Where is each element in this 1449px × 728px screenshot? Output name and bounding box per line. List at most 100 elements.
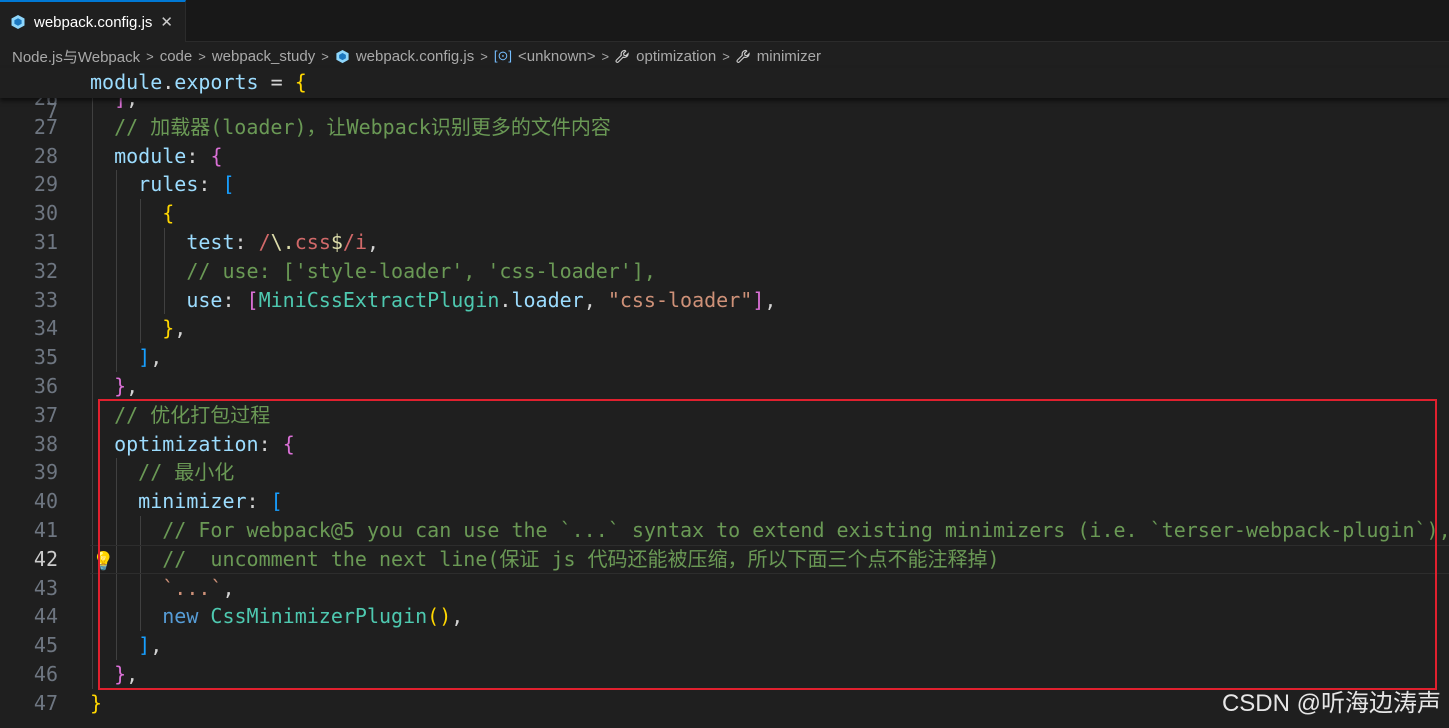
breadcrumb-item-folder[interactable]: Node.js与Webpack [12,46,140,67]
line-number: 46 [33,662,58,686]
tab-webpack-config[interactable]: webpack.config.js ✕ [0,0,186,42]
breadcrumb-item-minimizer[interactable]: minimizer [736,48,821,65]
code-token: = [258,70,295,94]
code-text: // 优化打包过程 [90,401,270,430]
code-token: // use: ['style-loader', 'css-loader'], [186,258,656,283]
wrench-icon [615,49,630,64]
wrench-icon [736,49,751,64]
code-line: 45 ], [0,631,1449,660]
code-token: [ [222,172,235,197]
code-token: : [198,172,223,197]
code-token: , [150,345,163,370]
code-line: 38 optimization: { [0,429,1449,459]
breadcrumb-label: webpack_study [211,47,316,65]
code-text: }, [90,660,138,689]
code-token: MiniCssExtractPlugin [258,287,500,312]
tab-bar: webpack.config.js ✕ [0,0,1449,42]
code-line: 43 `...`, [0,573,1449,603]
chevron-right-icon: > [480,48,488,64]
code-line: 36 }, [0,372,1449,401]
sticky-line: 7 module.exports = { [0,68,1449,123]
code-text: module: { [90,142,222,171]
sticky-scroll-header[interactable]: 7 module.exports = { [0,68,1449,123]
code-text: ], [90,631,162,660]
code-token: { [282,431,295,456]
breadcrumb-item-webpack-study[interactable]: webpack_study [212,48,315,65]
code-token: , [126,374,139,398]
code-line: 27 // 加载器(loader)，让Webpack识别更多的文件内容 [0,112,1449,142]
line-number: 42 [33,546,58,571]
code-token: , [764,287,777,312]
breadcrumb-item-optimization[interactable]: optimization [615,48,716,65]
code-token: , [150,633,163,658]
breadcrumb-item-file[interactable]: webpack.config.js [335,48,474,65]
code-token: , [222,575,235,600]
line-number: 7 [45,98,58,123]
line-number: 31 [33,230,58,254]
code-text: // uncomment the next line(保证 js 代码还能被压缩… [90,545,1000,574]
code-token: test [186,230,235,254]
code-text: }, [90,314,186,343]
code-token: ] [138,345,151,370]
webpack-file-icon [335,49,350,64]
code-token: , [126,98,139,110]
code-token: : [222,287,247,312]
code-line: 29 rules: [ [0,170,1449,200]
line-number: 40 [33,489,58,514]
line-number: 35 [33,345,58,370]
code-token: } [114,662,127,686]
code-line: 30 { [0,199,1449,228]
code-token: : [186,143,211,168]
code-text: use: [MiniCssExtractPlugin.loader, "css-… [90,286,776,315]
variable-icon: [⊙] [493,48,512,63]
line-number: 47 [33,690,58,715]
code-token: $ [330,230,343,254]
code-text: `...`, [90,574,235,603]
code-token: css [294,230,331,254]
code-token: \. [270,230,295,254]
code-token: () [427,604,452,629]
code-line: 34 }, [0,314,1449,344]
line-number: 43 [33,575,58,600]
line-number: 30 [33,201,58,226]
line-number: 38 [33,431,58,456]
chevron-right-icon: > [321,48,329,64]
code-text: { [90,199,174,228]
code-token: { [210,143,223,168]
code-token: ] [138,633,151,658]
code-token: , [126,662,139,686]
close-icon[interactable]: ✕ [160,13,173,31]
code-line: 26 ], [0,98,1449,113]
code-text: test: /\.css$/i, [90,228,379,257]
chevron-right-icon: > [198,48,206,64]
code-line: 32 // use: ['style-loader', 'css-loader'… [0,256,1449,286]
code-line: 35 ], [0,343,1449,372]
tab-title: webpack.config.js [34,13,153,31]
line-number: 32 [33,258,58,283]
code-token: `...` [162,575,223,600]
code-token: use [186,287,223,312]
code-token: // uncomment the next line(保证 js 代码还能被压缩… [162,546,1000,571]
code-line: 28 module: { [0,141,1449,171]
code-token: : [234,230,259,254]
code-editor[interactable]: 26 ], 27 // 加载器(loader)，让Webpack识别更多的文件内容… [0,98,1449,728]
code-token: module [114,143,187,168]
code-token: // 最小化 [138,460,235,485]
code-text: }, [90,372,138,401]
breadcrumb-item-unknown[interactable]: [⊙] <unknown> [494,48,596,65]
code-line: 41 // For webpack@5 you can use the `...… [0,516,1449,545]
breadcrumb-item-code[interactable]: code [160,48,193,65]
code-text: } [90,689,102,718]
code-text: // For webpack@5 you can use the `...` s… [90,516,1449,545]
code-line: 37 // 优化打包过程 [0,400,1449,430]
